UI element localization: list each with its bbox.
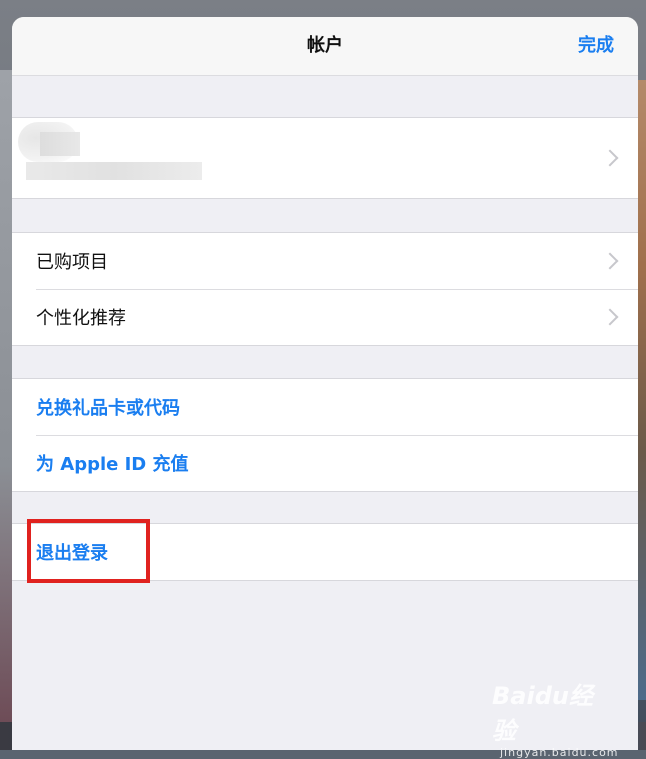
done-button[interactable]: 完成	[578, 17, 614, 75]
account-sheet: 帐户 完成 已购项目 个性化推荐 兑换礼品卡或代码 为 Apple ID 充值	[12, 17, 638, 750]
chevron-right-icon	[601, 308, 619, 326]
page-title: 帐户	[307, 35, 343, 56]
baidu-jingyan-watermark: Baidu经验 jingyan.baidu.com	[492, 676, 618, 759]
background-app-left-edge	[0, 70, 12, 730]
personalized-recommendations-row[interactable]: 个性化推荐	[12, 289, 638, 345]
watermark-logo: Baidu经验	[492, 682, 593, 745]
navigation-bar: 帐户 完成	[12, 17, 638, 76]
purchased-items-row[interactable]: 已购项目	[12, 233, 638, 289]
background-app-right-edge	[638, 80, 646, 700]
signout-section: 退出登录	[12, 523, 638, 581]
chevron-right-icon	[601, 252, 619, 270]
add-funds-label: 为 Apple ID 充值	[36, 454, 189, 475]
redeem-gift-card-button[interactable]: 兑换礼品卡或代码	[12, 379, 638, 435]
chevron-right-icon	[601, 149, 619, 167]
redeem-gift-card-label: 兑换礼品卡或代码	[36, 398, 180, 419]
add-funds-button[interactable]: 为 Apple ID 充值	[12, 435, 638, 491]
personalized-recommendations-label: 个性化推荐	[36, 308, 126, 329]
sign-out-button[interactable]: 退出登录	[12, 524, 638, 580]
watermark-url: jingyan.baidu.com	[500, 746, 619, 759]
blurred-account-email	[26, 162, 202, 180]
purchased-items-label: 已购项目	[36, 252, 108, 273]
apple-id-profile-row[interactable]	[12, 118, 638, 198]
purchases-section: 已购项目 个性化推荐	[12, 232, 638, 346]
profile-section	[12, 117, 638, 199]
funds-section: 兑换礼品卡或代码 为 Apple ID 充值	[12, 378, 638, 492]
blurred-account-name	[40, 132, 80, 156]
sign-out-label: 退出登录	[36, 543, 108, 564]
